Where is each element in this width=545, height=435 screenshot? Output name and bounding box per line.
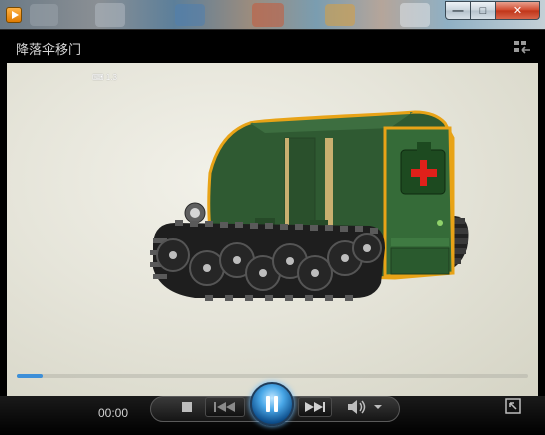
play-pause-button[interactable] (250, 382, 294, 426)
chevron-down-icon (374, 405, 382, 409)
seek-bar-progress (17, 374, 43, 378)
volume-button[interactable] (346, 398, 368, 416)
next-button[interactable] (298, 397, 332, 417)
close-button[interactable]: ✕ (496, 1, 540, 20)
maximize-button[interactable]: □ (471, 1, 496, 20)
video-watermark: ⌨ 1.3 (92, 73, 117, 82)
fullscreen-button[interactable] (505, 398, 521, 414)
media-player-icon[interactable] (6, 7, 22, 23)
seek-bar[interactable] (17, 374, 528, 378)
stop-button[interactable] (178, 398, 196, 416)
video-area[interactable]: ⌨ 1.3 (7, 63, 538, 396)
pause-icon (266, 396, 278, 412)
stop-icon (182, 402, 192, 412)
fullscreen-icon (505, 398, 521, 414)
previous-icon (214, 402, 235, 412)
volume-dropdown-button[interactable] (372, 402, 384, 412)
volume-icon (348, 400, 366, 414)
previous-button[interactable] (205, 397, 245, 417)
video-title: 降落伞移门 (16, 42, 82, 57)
playback-controls: 00:00 (0, 382, 545, 435)
player-header: 降落伞移门 (0, 31, 545, 63)
minimize-button[interactable]: — (445, 1, 471, 20)
switch-to-library-icon[interactable] (513, 39, 531, 55)
current-time: 00:00 (98, 406, 129, 420)
tracked-ambulance-model (150, 110, 469, 301)
next-icon (305, 402, 325, 412)
window-titlebar[interactable]: — □ ✕ (0, 0, 545, 30)
